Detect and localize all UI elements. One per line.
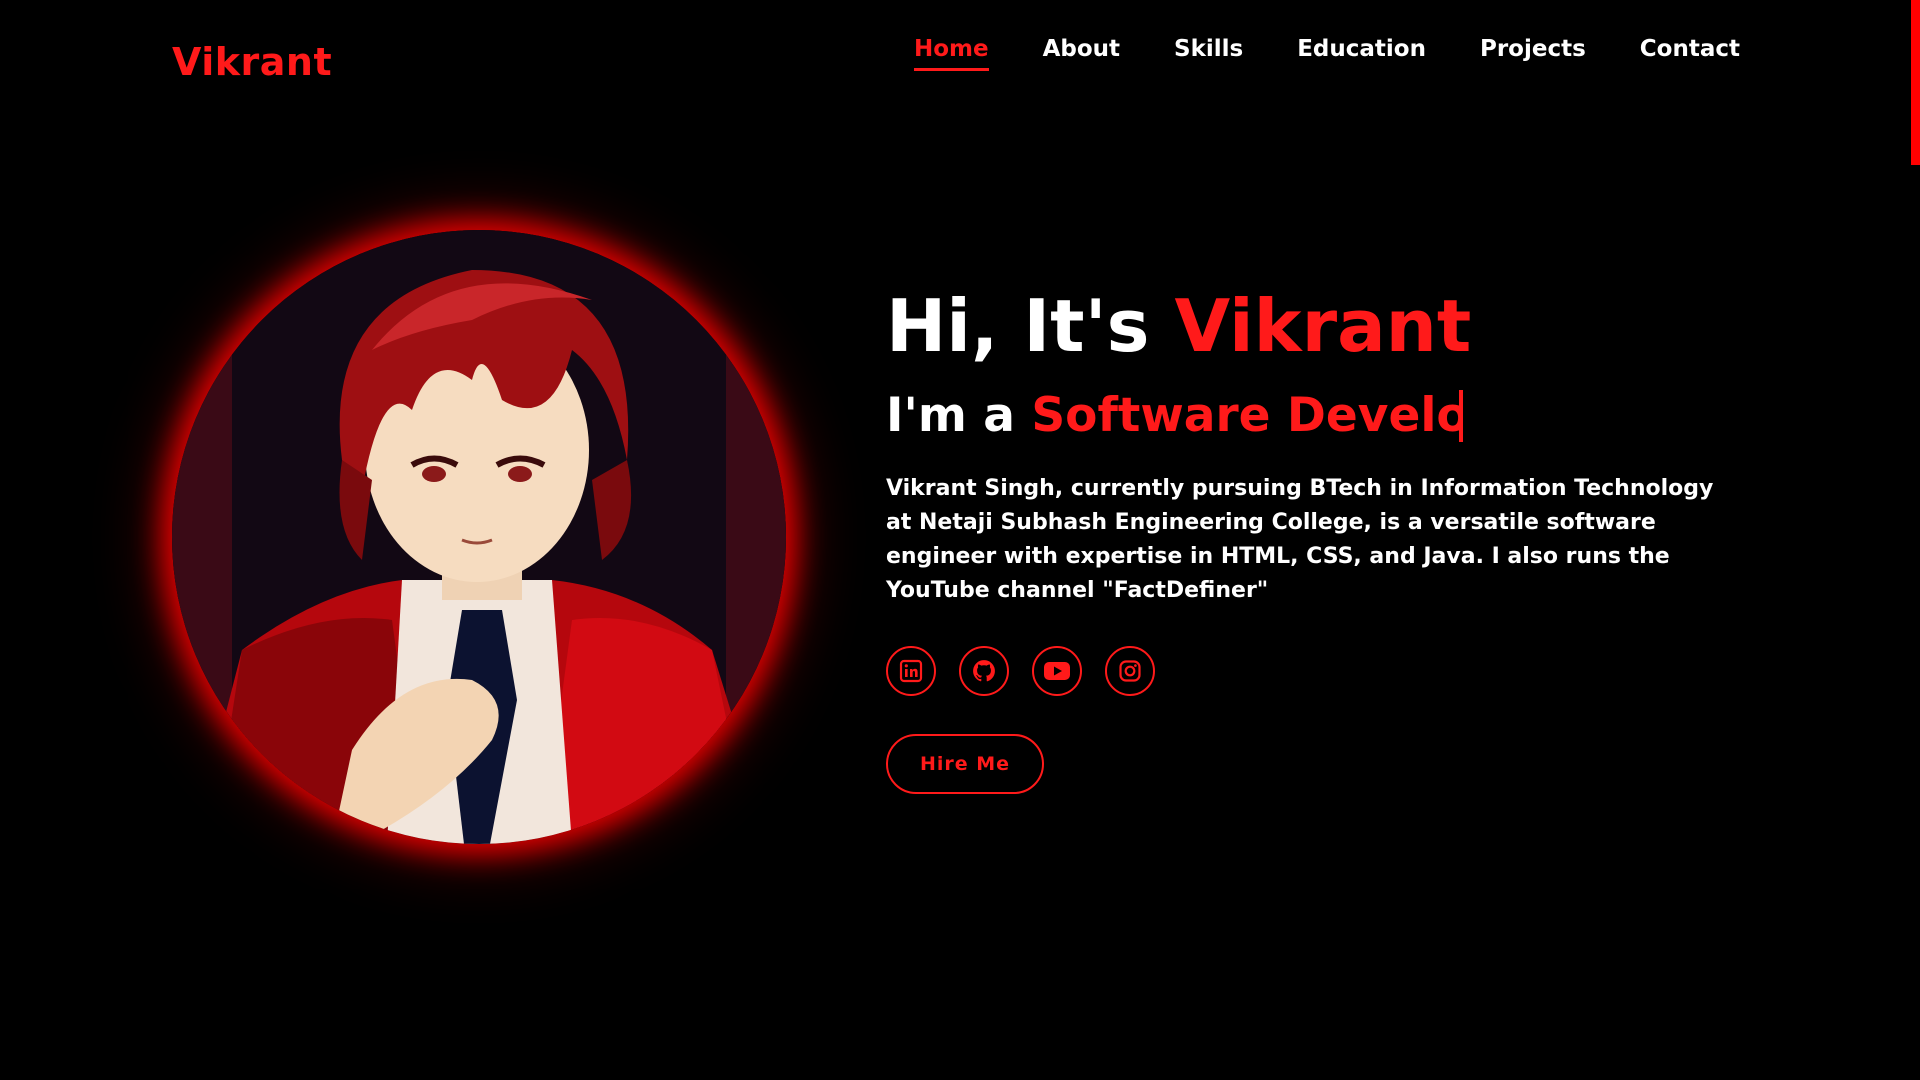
nav-contact[interactable]: Contact: [1640, 36, 1740, 71]
role-typed-text: Software Develop: [1031, 390, 1464, 442]
github-icon: [973, 659, 995, 682]
hire-me-button[interactable]: Hire Me: [886, 733, 1044, 794]
linkedin-icon: [899, 659, 923, 682]
avatar-illustration: [172, 230, 786, 844]
hero-role: I'm a Software Develop: [886, 390, 1746, 442]
nav-projects[interactable]: Projects: [1480, 36, 1586, 71]
youtube-icon: [1044, 661, 1070, 680]
hero-bio: Vikrant Singh, currently pursuing BTech …: [886, 475, 1714, 603]
nav-home[interactable]: Home: [913, 36, 989, 71]
social-links: [886, 645, 1746, 696]
main-nav: Home About Skills Education Projects Con…: [913, 36, 1740, 71]
hero-section: Hi, It's Vikrant I'm a Software Develop …: [886, 290, 1746, 794]
linkedin-link[interactable]: [886, 645, 936, 696]
youtube-link[interactable]: [1032, 645, 1082, 696]
nav-about[interactable]: About: [1043, 36, 1120, 71]
nav-education[interactable]: Education: [1297, 36, 1426, 71]
github-link[interactable]: [959, 645, 1009, 696]
site-header: Vikrant Home About Skills Education Proj…: [0, 0, 1920, 130]
hero-greeting: Hi, It's Vikrant: [886, 290, 1746, 362]
role-prefix: I'm a: [886, 388, 1015, 443]
site-logo[interactable]: Vikrant: [172, 40, 332, 84]
greeting-prefix: Hi, It's: [886, 284, 1150, 368]
nav-skills[interactable]: Skills: [1174, 36, 1243, 71]
instagram-icon: [1119, 660, 1141, 682]
greeting-name: Vikrant: [1174, 284, 1472, 368]
instagram-link[interactable]: [1105, 645, 1155, 696]
profile-avatar: [172, 230, 786, 844]
